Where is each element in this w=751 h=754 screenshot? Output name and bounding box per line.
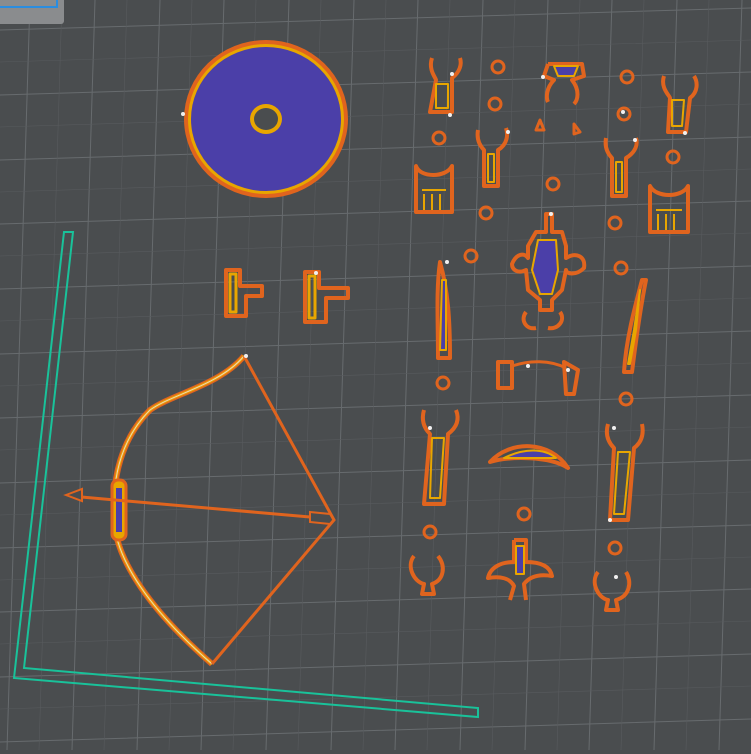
build-plate-grid — [0, 0, 751, 751]
build-plate-subgrid — [0, 0, 751, 751]
build-plate-viewport[interactable] — [0, 0, 751, 751]
hilt-pieces[interactable] — [224, 268, 350, 324]
layer-preview-canvas[interactable] — [0, 0, 751, 751]
selection-panel[interactable] — [0, 0, 64, 24]
shield-part[interactable] — [184, 40, 348, 198]
arrow-part[interactable] — [63, 487, 336, 526]
selection-highlight — [0, 0, 58, 8]
